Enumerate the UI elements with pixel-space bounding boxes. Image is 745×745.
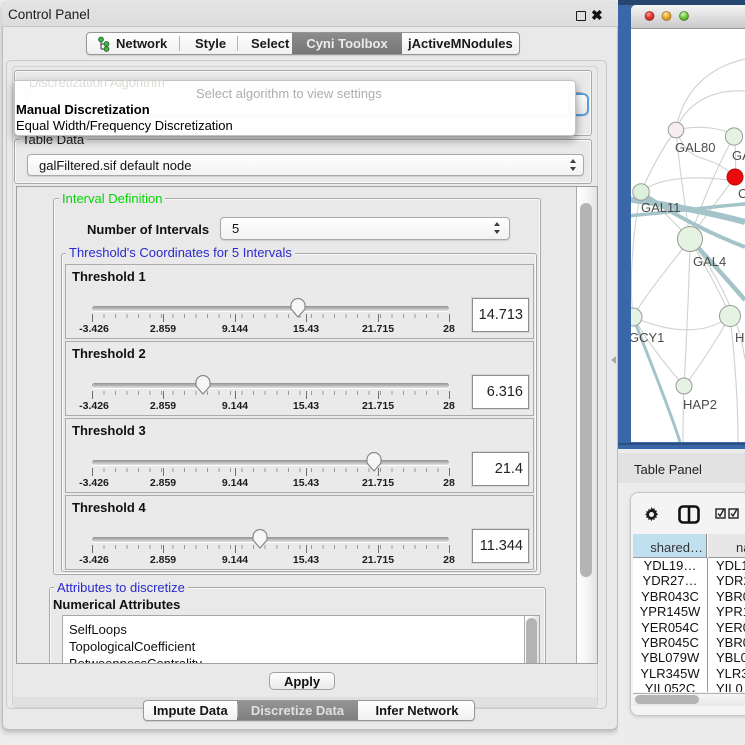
svg-text:GAL4: GAL4	[693, 254, 726, 269]
svg-text:C: C	[738, 186, 745, 201]
svg-text:HAP2: HAP2	[683, 397, 717, 412]
svg-text:H: H	[735, 330, 744, 345]
svg-text:GAL80: GAL80	[675, 140, 715, 155]
svg-text:GCY1: GCY1	[631, 330, 664, 345]
svg-text:GA: GA	[732, 148, 745, 163]
svg-text:GAL11: GAL11	[641, 200, 681, 215]
